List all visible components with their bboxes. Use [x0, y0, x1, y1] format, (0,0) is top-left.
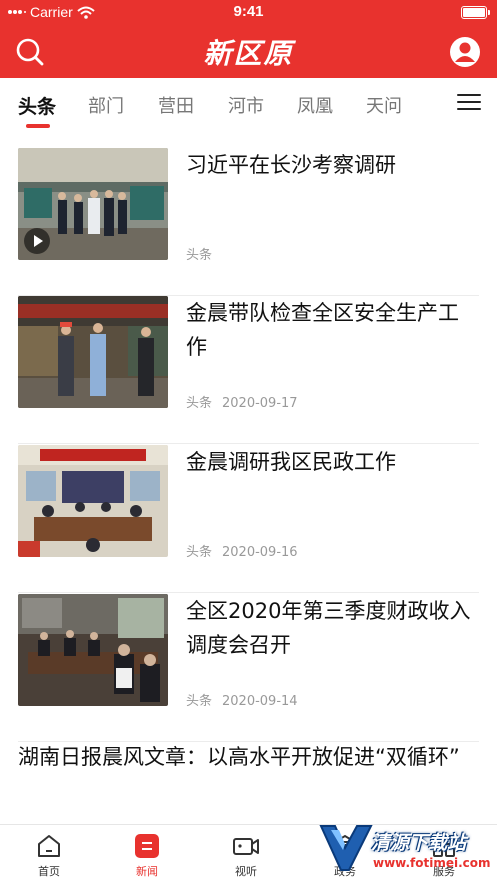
play-icon: [24, 228, 50, 254]
tabbar-label: 视听: [235, 865, 257, 878]
status-bar: Carrier 9:41: [0, 0, 497, 26]
user-icon: [450, 37, 480, 67]
video-icon: [233, 838, 259, 855]
app-logo: 新区原: [203, 37, 294, 70]
news-meta: 头条: [186, 244, 212, 263]
news-item[interactable]: 金晨带队检查全区安全生产工作 头条 2020-09-17: [18, 296, 479, 444]
watermark-logo-icon: [319, 825, 373, 871]
watermark-url: www.fotimei.com: [373, 856, 491, 870]
user-button[interactable]: [449, 36, 481, 68]
app-header: 新区原: [0, 26, 497, 78]
news-title: 全区2020年第三季度财政收入调度会召开: [186, 599, 471, 657]
news-meta: 头条 2020-09-14: [186, 690, 298, 709]
tabbar-home[interactable]: 首页: [14, 833, 84, 879]
tabbar-label: 新闻: [136, 865, 158, 878]
news-title: 习近平在长沙考察调研: [186, 153, 396, 177]
news-title: 湖南日报晨风文章：以高水平开放促进“双循环”: [18, 745, 460, 769]
news-item[interactable]: 习近平在长沙考察调研 头条: [18, 148, 479, 296]
battery-icon: [461, 6, 490, 19]
search-icon: [16, 38, 44, 66]
channel-tabs: 头条 部门 营田 河市 凤凰 天问: [0, 78, 497, 128]
watermark: 清源下载站 www.fotimei.com: [317, 818, 491, 882]
active-tab-indicator: [26, 124, 50, 128]
news-item[interactable]: 金晨调研我区民政工作 头条 2020-09-16: [18, 445, 479, 593]
tabbar-news[interactable]: 新闻: [112, 833, 182, 879]
tab-bumen[interactable]: 部门: [88, 92, 124, 118]
news-thumbnail: [18, 594, 168, 706]
news-icon: [135, 834, 159, 858]
news-meta: 头条 2020-09-17: [186, 392, 298, 411]
tab-toutiao[interactable]: 头条: [18, 92, 56, 119]
news-source: 头条: [186, 248, 213, 263]
news-title: 金晨调研我区民政工作: [186, 450, 396, 474]
tab-heshi[interactable]: 河市: [228, 92, 264, 118]
news-date: 2020-09-16: [222, 545, 298, 560]
news-item-text-only[interactable]: 湖南日报晨风文章：以高水平开放促进“双循环”: [18, 740, 479, 774]
menu-icon[interactable]: [457, 94, 481, 114]
watermark-text: 清源下载站: [371, 832, 467, 854]
news-meta: 头条 2020-09-16: [186, 541, 298, 560]
search-button[interactable]: [14, 36, 46, 68]
news-source: 头条: [186, 396, 213, 411]
news-title: 金晨带队检查全区安全生产工作: [186, 301, 459, 359]
tab-tianwen[interactable]: 天问: [366, 92, 402, 118]
tabbar-label: 首页: [38, 865, 60, 878]
news-item[interactable]: 全区2020年第三季度财政收入调度会召开 头条 2020-09-14: [18, 594, 479, 742]
news-date: 2020-09-17: [222, 396, 298, 411]
news-source: 头条: [186, 694, 213, 709]
tab-yingtian[interactable]: 营田: [158, 92, 194, 118]
news-thumbnail: [18, 445, 168, 557]
news-source: 头条: [186, 545, 213, 560]
status-time: 9:41: [233, 3, 264, 20]
news-date: 2020-09-14: [222, 694, 298, 709]
tabbar-video[interactable]: 视听: [211, 833, 281, 879]
news-thumbnail: [18, 148, 168, 260]
news-thumbnail: [18, 296, 168, 408]
home-icon: [38, 835, 60, 857]
tab-fenghuang[interactable]: 凤凰: [297, 92, 333, 118]
